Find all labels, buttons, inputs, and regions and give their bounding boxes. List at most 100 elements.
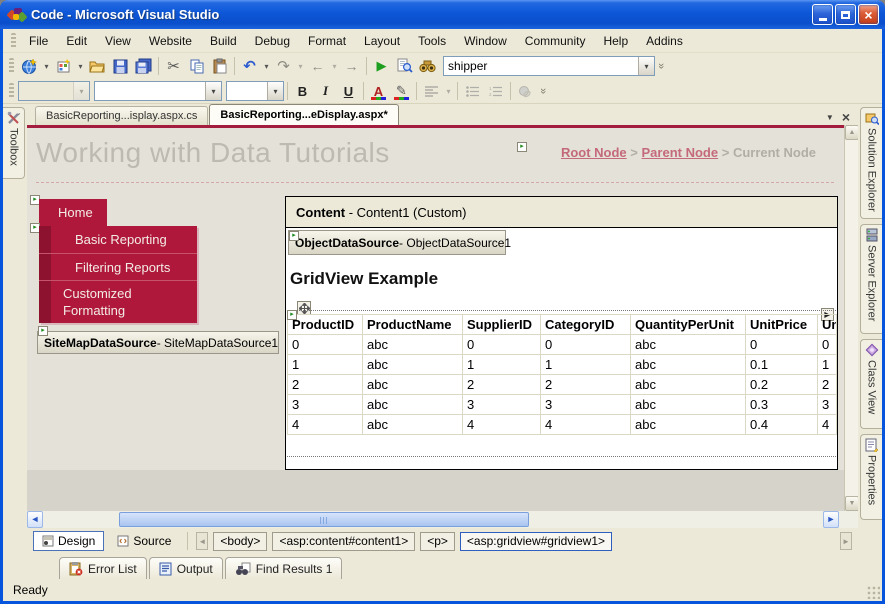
save-button[interactable] <box>109 55 132 77</box>
browse-button[interactable] <box>416 55 439 77</box>
tab-list-dropdown[interactable]: ▼ <box>826 113 834 122</box>
gridview-smart-tag[interactable]: ▸ <box>287 310 297 320</box>
target-rule-combobox[interactable]: ▾ <box>18 81 90 101</box>
horizontal-scroll-thumb[interactable] <box>119 512 529 527</box>
source-view-button[interactable]: Source <box>109 531 179 551</box>
vertical-scrollbar[interactable]: ▲ ▼ <box>844 125 858 511</box>
scroll-up-button[interactable]: ▲ <box>845 125 858 140</box>
toolbox-tab[interactable]: Toolbox <box>3 107 25 179</box>
numbered-list-button[interactable]: 12 <box>484 80 507 102</box>
add-new-item-dropdown[interactable]: ▾ <box>75 55 86 77</box>
find-results-tab[interactable]: Find Results 1 <box>224 557 343 579</box>
font-name-combobox[interactable]: ▾ <box>94 81 222 101</box>
menu-item-edit[interactable]: Edit <box>57 31 96 51</box>
hyperlink-button[interactable] <box>514 80 537 102</box>
open-file-button[interactable] <box>86 55 109 77</box>
breadcrumb-root-link[interactable]: Root Node <box>561 145 627 160</box>
resize-grip[interactable] <box>866 585 880 599</box>
maximize-button[interactable] <box>835 4 856 25</box>
properties-tab[interactable]: Properties <box>860 434 882 520</box>
menu-item-build[interactable]: Build <box>201 31 246 51</box>
error-list-tab[interactable]: Error List <box>59 557 147 579</box>
find-combobox[interactable]: shipper ▾ <box>443 56 655 76</box>
design-view-button[interactable]: Design <box>33 531 105 551</box>
editor-tab-codebehind[interactable]: BasicReporting...isplay.aspx.cs <box>35 106 209 125</box>
start-debugging-button[interactable]: ▶ <box>370 55 393 77</box>
navigate-forward-button[interactable]: → <box>340 55 363 77</box>
tag-navigator-right-button[interactable]: ► <box>840 532 852 550</box>
menu-item-format[interactable]: Format <box>299 31 355 51</box>
bullet-list-button[interactable] <box>461 80 484 102</box>
toolbar-grip[interactable] <box>9 83 14 99</box>
sitemapdatasource-smart-tag[interactable]: ▸ <box>38 326 48 336</box>
editor-tab-aspx[interactable]: BasicReporting...eDisplay.aspx* <box>209 104 399 125</box>
close-button[interactable]: × <box>858 4 879 25</box>
nav-item-home[interactable]: Home <box>39 199 107 226</box>
horizontal-scrollbar[interactable]: ◄ ► <box>27 511 858 528</box>
menu-item-help[interactable]: Help <box>594 31 637 51</box>
redo-button[interactable]: ↷ <box>272 55 295 77</box>
breadcrumb-parent-link[interactable]: Parent Node <box>642 145 719 160</box>
copy-button[interactable] <box>185 55 208 77</box>
solution-explorer-tab[interactable]: Solution Explorer <box>860 107 882 219</box>
menu-item-window[interactable]: Window <box>455 31 516 51</box>
font-size-dropdown[interactable]: ▾ <box>267 82 283 100</box>
title-bar[interactable]: Code - Microsoft Visual Studio × <box>0 0 885 29</box>
undo-button[interactable]: ↶ <box>238 55 261 77</box>
scroll-down-button[interactable]: ▼ <box>845 496 858 511</box>
class-view-tab[interactable]: Class View <box>860 339 882 429</box>
undo-dropdown[interactable]: ▾ <box>261 55 272 77</box>
minimize-button[interactable] <box>812 4 833 25</box>
navigate-backward-button[interactable]: ← <box>306 55 329 77</box>
target-rule-dropdown[interactable]: ▾ <box>73 82 89 100</box>
new-website-button[interactable] <box>18 55 41 77</box>
objectdatasource-control[interactable]: ObjectDataSource - ObjectDataSource1 <box>288 230 511 255</box>
bold-button[interactable]: B <box>291 80 314 102</box>
content-control[interactable]: ▸ Content - Content1 (Custom) ▸ ObjectDa… <box>285 196 838 470</box>
navigate-backward-dropdown[interactable]: ▾ <box>329 55 340 77</box>
menu-item-view[interactable]: View <box>96 31 140 51</box>
tag-asp-content[interactable]: <asp:content#content1> <box>272 531 416 551</box>
tag-body[interactable]: <body> <box>213 531 268 551</box>
highlight-button[interactable]: ✎ <box>390 80 413 102</box>
nav-item-customized-formatting[interactable]: Customized Formatting <box>39 280 197 323</box>
nav-item-basic-reporting[interactable]: Basic Reporting <box>39 226 197 253</box>
menu-item-community[interactable]: Community <box>516 31 595 51</box>
menu-item-debug[interactable]: Debug <box>246 31 299 51</box>
objectdatasource-smart-tag[interactable]: ▸ <box>289 231 299 241</box>
sitemappath-smart-tag[interactable]: ▸ <box>517 142 527 152</box>
font-name-dropdown[interactable]: ▾ <box>205 82 221 100</box>
align-dropdown[interactable]: ▾ <box>443 80 454 102</box>
menu-item-layout[interactable]: Layout <box>355 31 409 51</box>
toolbar-grip[interactable] <box>9 58 14 74</box>
find-combobox-value[interactable]: shipper <box>444 59 638 73</box>
menu-grip[interactable] <box>11 32 16 49</box>
toolbar-overflow-button[interactable]: » <box>655 55 667 77</box>
cut-button[interactable]: ✂ <box>162 55 185 77</box>
redo-dropdown[interactable]: ▾ <box>295 55 306 77</box>
sitemapdatasource-control[interactable]: SiteMapDataSource - SiteMapDataSource1 <box>37 331 279 354</box>
tab-close-button[interactable]: × <box>842 109 850 125</box>
new-website-dropdown[interactable]: ▾ <box>41 55 52 77</box>
paste-button[interactable] <box>208 55 231 77</box>
italic-button[interactable]: I <box>314 80 337 102</box>
tag-navigator-left-button[interactable]: ◄ <box>196 532 209 550</box>
menu-item-addins[interactable]: Addins <box>637 31 692 51</box>
add-new-item-button[interactable] <box>52 55 75 77</box>
font-color-button[interactable]: A <box>367 80 390 102</box>
save-all-button[interactable] <box>132 55 155 77</box>
output-tab[interactable]: Output <box>148 557 223 579</box>
toolbar-overflow-button[interactable]: » <box>537 80 549 102</box>
underline-button[interactable]: U <box>337 80 360 102</box>
server-explorer-tab[interactable]: Server Explorer <box>860 224 882 334</box>
tag-p[interactable]: <p> <box>420 531 455 551</box>
scroll-left-button[interactable]: ◄ <box>27 511 43 528</box>
find-in-files-button[interactable] <box>393 55 416 77</box>
align-button[interactable] <box>420 80 443 102</box>
font-size-combobox[interactable]: ▾ <box>226 81 284 101</box>
nav-item-filtering-reports[interactable]: Filtering Reports <box>39 253 197 280</box>
menu-item-website[interactable]: Website <box>140 31 201 51</box>
tag-asp-gridview[interactable]: <asp:gridview#gridview1> <box>459 531 612 551</box>
menu-item-file[interactable]: File <box>20 31 57 51</box>
find-combobox-dropdown[interactable]: ▾ <box>638 57 654 75</box>
